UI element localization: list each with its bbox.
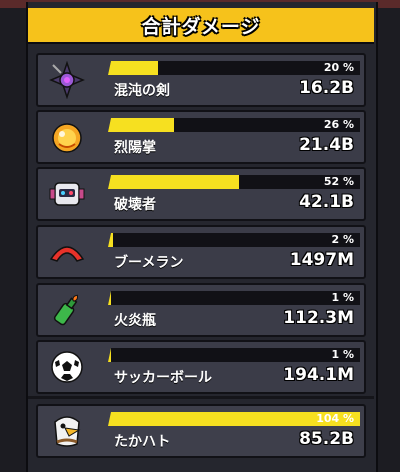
damage-share-bar: 20 % bbox=[108, 61, 360, 75]
weapon-row-chaos-sword[interactable]: 20 % 混沌の剣 16.2B bbox=[36, 53, 366, 107]
weapon-row-molotov[interactable]: 1 % 火炎瓶 112.3M bbox=[36, 283, 366, 337]
damage-percent: 26 % bbox=[323, 118, 354, 131]
damage-value: 21.4B bbox=[299, 135, 354, 155]
damage-share-fill bbox=[108, 291, 111, 305]
damage-share-bar: 2 % bbox=[108, 233, 360, 247]
damage-value: 194.1M bbox=[283, 365, 354, 385]
title-bar: 合計ダメージ bbox=[28, 8, 374, 44]
damage-share-bar: 104 % bbox=[108, 412, 360, 426]
damage-share-bar: 1 % bbox=[108, 348, 360, 362]
weapon-row-destroyer[interactable]: 52 % 破壊者 42.1B bbox=[36, 167, 366, 221]
robot-drone-icon bbox=[46, 174, 88, 214]
damage-share-fill bbox=[108, 175, 240, 189]
weapon-row-boomerang[interactable]: 2 % ブーメラン 1497M bbox=[36, 225, 366, 279]
section-divider bbox=[28, 396, 374, 399]
damage-share-bar: 52 % bbox=[108, 175, 360, 189]
molotov-bottle-icon bbox=[46, 290, 88, 330]
weapon-name: ブーメラン bbox=[114, 255, 184, 271]
weapon-name: 混沌の剣 bbox=[114, 83, 170, 99]
damage-percent: 1 % bbox=[331, 348, 354, 361]
damage-share-bar: 26 % bbox=[108, 118, 360, 132]
damage-share-fill bbox=[108, 348, 111, 362]
damage-percent: 20 % bbox=[323, 61, 354, 74]
damage-value: 85.2B bbox=[299, 429, 354, 449]
eagle-pet-icon bbox=[46, 411, 88, 451]
weapon-row-soccer-ball[interactable]: 1 % サッカーボール 194.1M bbox=[36, 340, 366, 394]
sun-fireball-icon bbox=[46, 117, 88, 157]
damage-share-fill bbox=[108, 233, 114, 247]
weapon-name: サッカーボール bbox=[114, 370, 212, 386]
panel-title: 合計ダメージ bbox=[141, 15, 261, 38]
damage-percent: 1 % bbox=[331, 291, 354, 304]
damage-share-fill bbox=[108, 61, 159, 75]
damage-share-bar: 1 % bbox=[108, 291, 360, 305]
weapon-name: 烈陽掌 bbox=[114, 140, 156, 156]
damage-value: 112.3M bbox=[283, 308, 354, 328]
damage-percent: 2 % bbox=[331, 233, 354, 246]
weapon-row-sun-palm[interactable]: 26 % 烈陽掌 21.4B bbox=[36, 110, 366, 164]
damage-value: 16.2B bbox=[299, 78, 354, 98]
damage-value: 1497M bbox=[289, 250, 354, 270]
damage-percent: 104 % bbox=[316, 412, 354, 425]
pet-name: たかハト bbox=[114, 434, 171, 450]
weapon-name: 火炎瓶 bbox=[114, 313, 156, 329]
dark-sword-icon bbox=[46, 60, 88, 100]
damage-percent: 52 % bbox=[323, 175, 354, 188]
pet-row-eagle[interactable]: 104 % たかハト 85.2B bbox=[36, 404, 366, 458]
damage-share-fill bbox=[108, 118, 174, 132]
boomerang-icon bbox=[46, 232, 88, 272]
damage-value: 42.1B bbox=[299, 192, 354, 212]
soccer-ball-icon bbox=[46, 347, 88, 387]
weapon-name: 破壊者 bbox=[114, 197, 156, 213]
